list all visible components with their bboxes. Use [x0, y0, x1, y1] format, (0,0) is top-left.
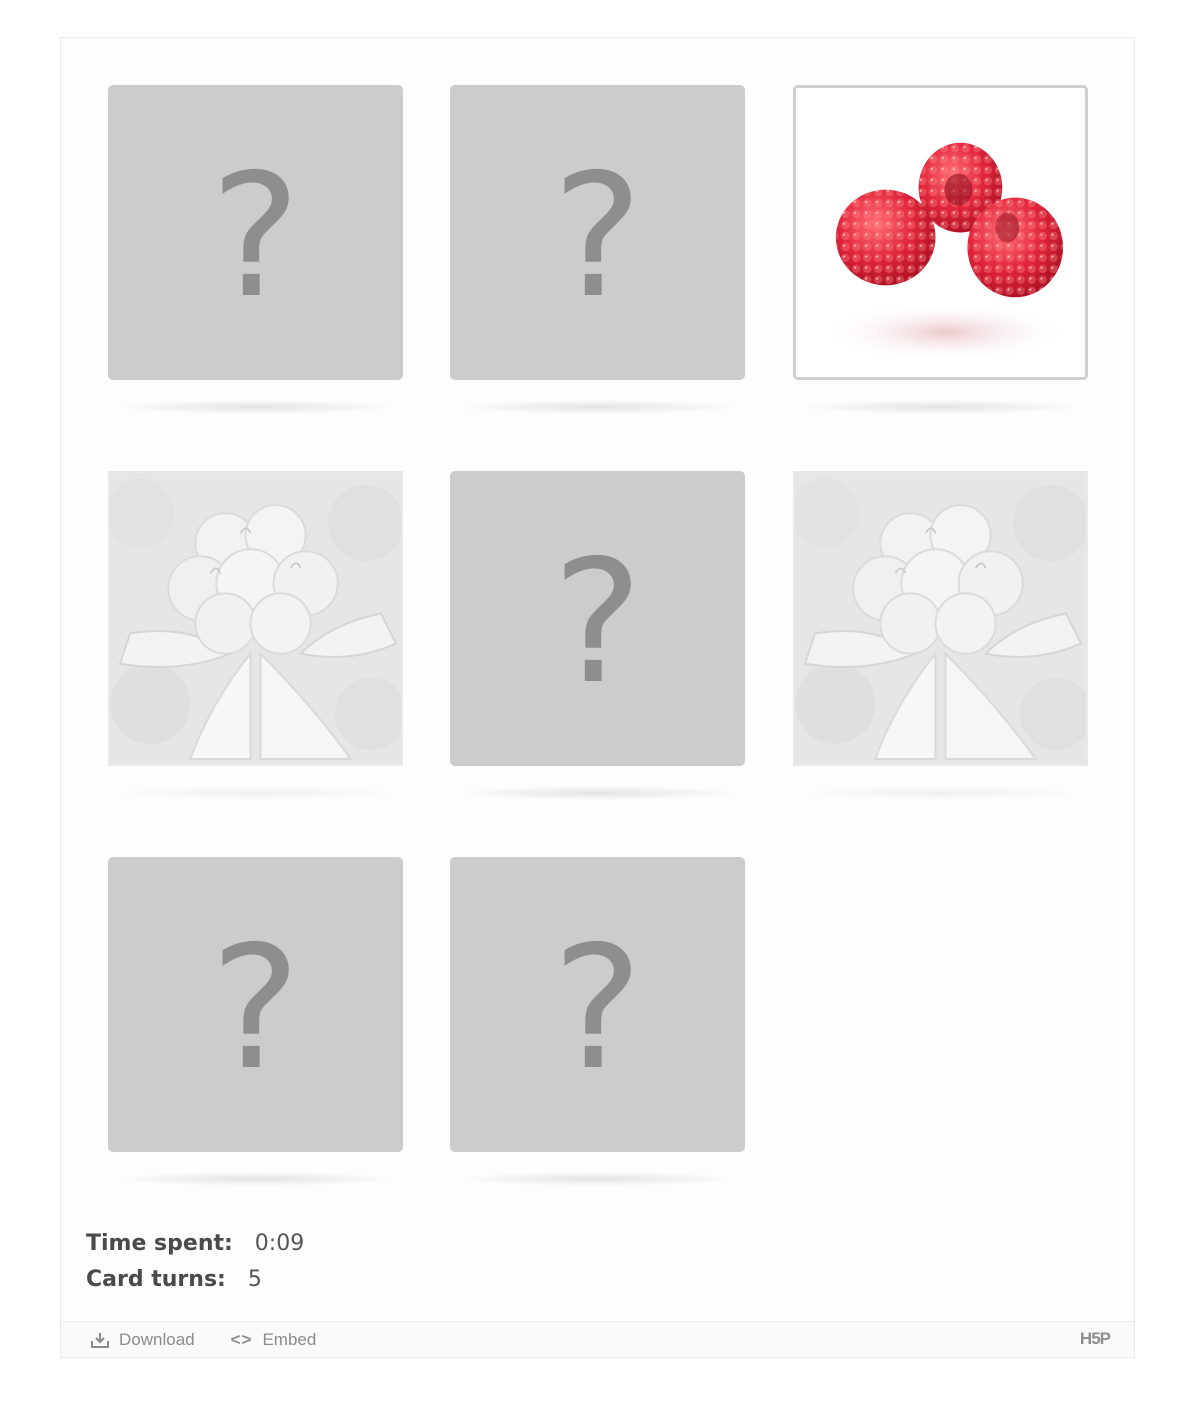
question-mark-icon: ? — [552, 137, 643, 336]
time-spent-row: Time spent: 0:09 — [86, 1225, 304, 1261]
card-shadow — [118, 400, 393, 414]
cloudberry-image — [795, 473, 1086, 764]
download-icon — [91, 1332, 109, 1348]
question-mark-icon: ? — [552, 523, 643, 722]
embed-label: Embed — [262, 1329, 317, 1349]
memory-game-container: ? ? ? ? ? Time spent: 0:09 Card turns: 5… — [60, 37, 1135, 1358]
card-shadow — [460, 400, 735, 414]
memory-card-5[interactable]: ? — [450, 471, 745, 766]
question-mark-icon: ? — [552, 909, 643, 1108]
raspberries-image — [796, 88, 1085, 377]
memory-card-8[interactable]: ? — [450, 857, 745, 1152]
time-spent-value: 0:09 — [254, 1230, 305, 1256]
card-shadow — [118, 786, 393, 800]
memory-card-2[interactable]: ? — [450, 85, 745, 380]
memory-card-6-cloudberry — [793, 471, 1088, 766]
memory-card-3-raspberries[interactable] — [793, 85, 1088, 380]
card-turns-label: Card turns: — [86, 1266, 226, 1292]
card-turns-value: 5 — [247, 1266, 262, 1292]
download-label: Download — [119, 1329, 195, 1349]
embed-icon: <> — [230, 1329, 253, 1349]
memory-card-7[interactable]: ? — [108, 857, 403, 1152]
time-spent-label: Time spent: — [86, 1230, 233, 1256]
card-shadow — [118, 1172, 393, 1186]
card-shadow — [460, 1172, 735, 1186]
download-button[interactable]: Download — [91, 1330, 195, 1350]
card-shadow — [803, 400, 1078, 414]
question-mark-icon: ? — [210, 137, 301, 336]
cloudberry-image — [110, 473, 401, 764]
game-status: Time spent: 0:09 Card turns: 5 — [86, 1225, 304, 1297]
h5p-actions-bar: Download <> Embed H5P — [61, 1321, 1134, 1357]
memory-card-4-cloudberry — [108, 471, 403, 766]
h5p-logo[interactable]: H5P — [1080, 1329, 1111, 1349]
embed-button[interactable]: <> Embed — [231, 1330, 317, 1350]
memory-card-1[interactable]: ? — [108, 85, 403, 380]
card-shadow — [460, 786, 735, 800]
question-mark-icon: ? — [210, 909, 301, 1108]
card-shadow — [803, 786, 1078, 800]
card-turns-row: Card turns: 5 — [86, 1261, 304, 1297]
